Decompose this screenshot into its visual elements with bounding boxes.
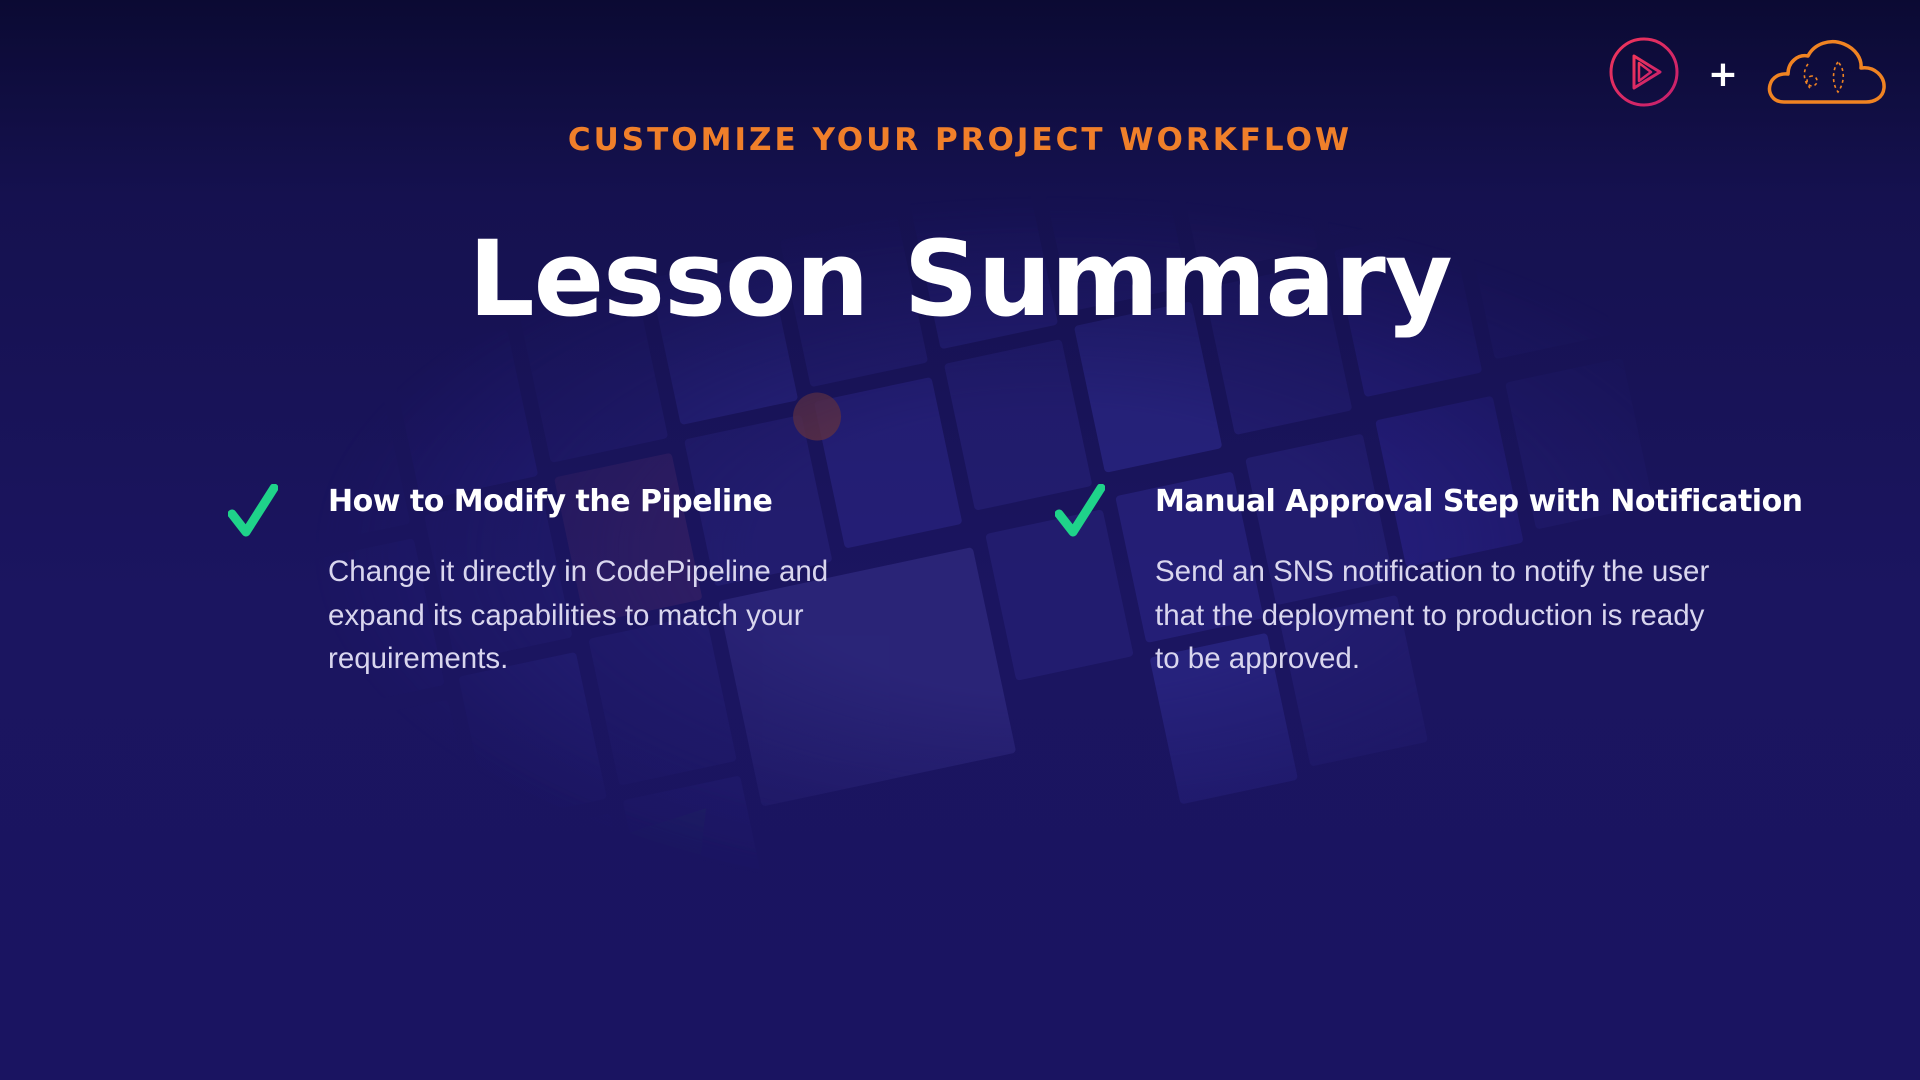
summary-item-body: Change it directly in CodePipeline and e… (328, 555, 829, 675)
plus-separator: + (1707, 53, 1738, 95)
play-circle-logo-icon (1608, 36, 1680, 113)
summary-item-heading: How to Modify the Pipeline (328, 484, 773, 519)
summary-item-modify-pipeline: How to Modify the Pipeline Change it dir… (227, 482, 848, 681)
summary-item-heading: Manual Approval Step with Notification (1155, 484, 1803, 519)
checkmark-icon (1054, 483, 1106, 538)
section-eyebrow: CUSTOMIZE YOUR PROJECT WORKFLOW (567, 122, 1353, 158)
page-title: Lesson Summary (468, 218, 1452, 340)
logo-area: + (1608, 36, 1888, 113)
slide: + CUSTOMIZE YOUR PROJECT WORKFLOW Lesson… (0, 0, 1920, 1080)
summary-item-body: Send an SNS notification to notify the u… (1155, 555, 1710, 675)
cloud-logo-icon (1766, 36, 1888, 113)
summary-item-manual-approval: Manual Approval Step with Notification S… (1054, 482, 1803, 681)
checkmark-icon (227, 483, 279, 538)
